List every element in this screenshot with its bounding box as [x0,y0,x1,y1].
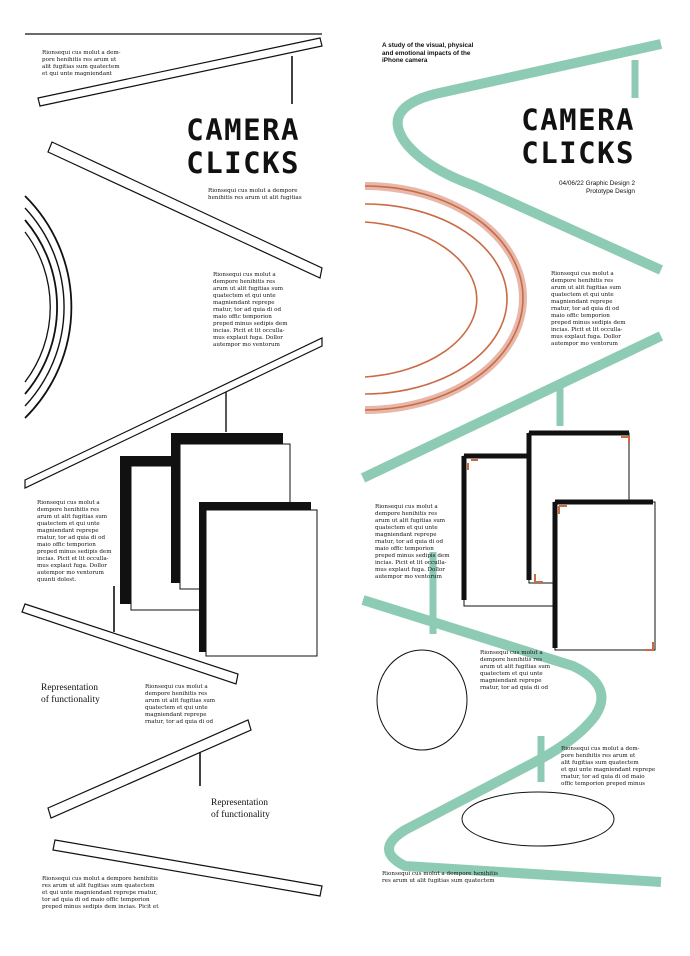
oval-horizontal [461,791,615,847]
lens-ring-2 [24,207,65,407]
right-panel: A study of the visual, physical and emot… [345,0,690,956]
left-photo-stack [120,433,318,657]
left-text-block-2: Rionsequi cus molut a dempore henihitis … [208,188,302,201]
right-text-block-2: Rionsequi cus molut a dempore henihitis … [375,504,450,580]
left-text-block-3: Rionsequi cus molut a dempore henihitis … [213,272,288,348]
right-photo-stack [461,430,656,651]
right-text-block-4: Rionsequi cus molut a dem- pore henihiti… [561,746,656,787]
left-text-block-4: Rionsequi cus molut a dempore henihitis … [37,500,112,583]
right-text-block-3: Rionsequi cus molut a dempore henihitis … [480,650,551,691]
photo-card-3 [205,509,318,657]
left-poster-title: CAMERA CLICKS [186,113,300,180]
left-text-block-1: Rionsequi cus molut a dem- pore henihiti… [42,50,121,77]
left-caption-2: Representation of functionality [211,798,270,820]
left-text-block-6: Rionsequi cus molut a dempore henihitis … [42,876,159,910]
lens-ring-3 [24,219,58,395]
right-text-block-5: Rionsequi cus molut a dempore henihitis … [382,871,498,884]
oval-vertical [376,649,468,751]
right-poster-title: CAMERA CLICKS [521,103,635,170]
right-intro-text: A study of the visual, physical and emot… [382,42,474,65]
rust-lens-rings [364,182,527,414]
left-text-block-5: Rionsequi cus molut a dempore henihitis … [145,684,216,725]
right-text-block-1: Rionsequi cus molut a dempore henihitis … [551,271,626,347]
left-caption-1: Representation of functionality [41,683,100,705]
left-panel: Rionsequi cus molut a dem- pore henihiti… [0,0,345,956]
right-subtitle: 04/06/22 Graphic Design 2 Prototype Desi… [558,180,635,195]
